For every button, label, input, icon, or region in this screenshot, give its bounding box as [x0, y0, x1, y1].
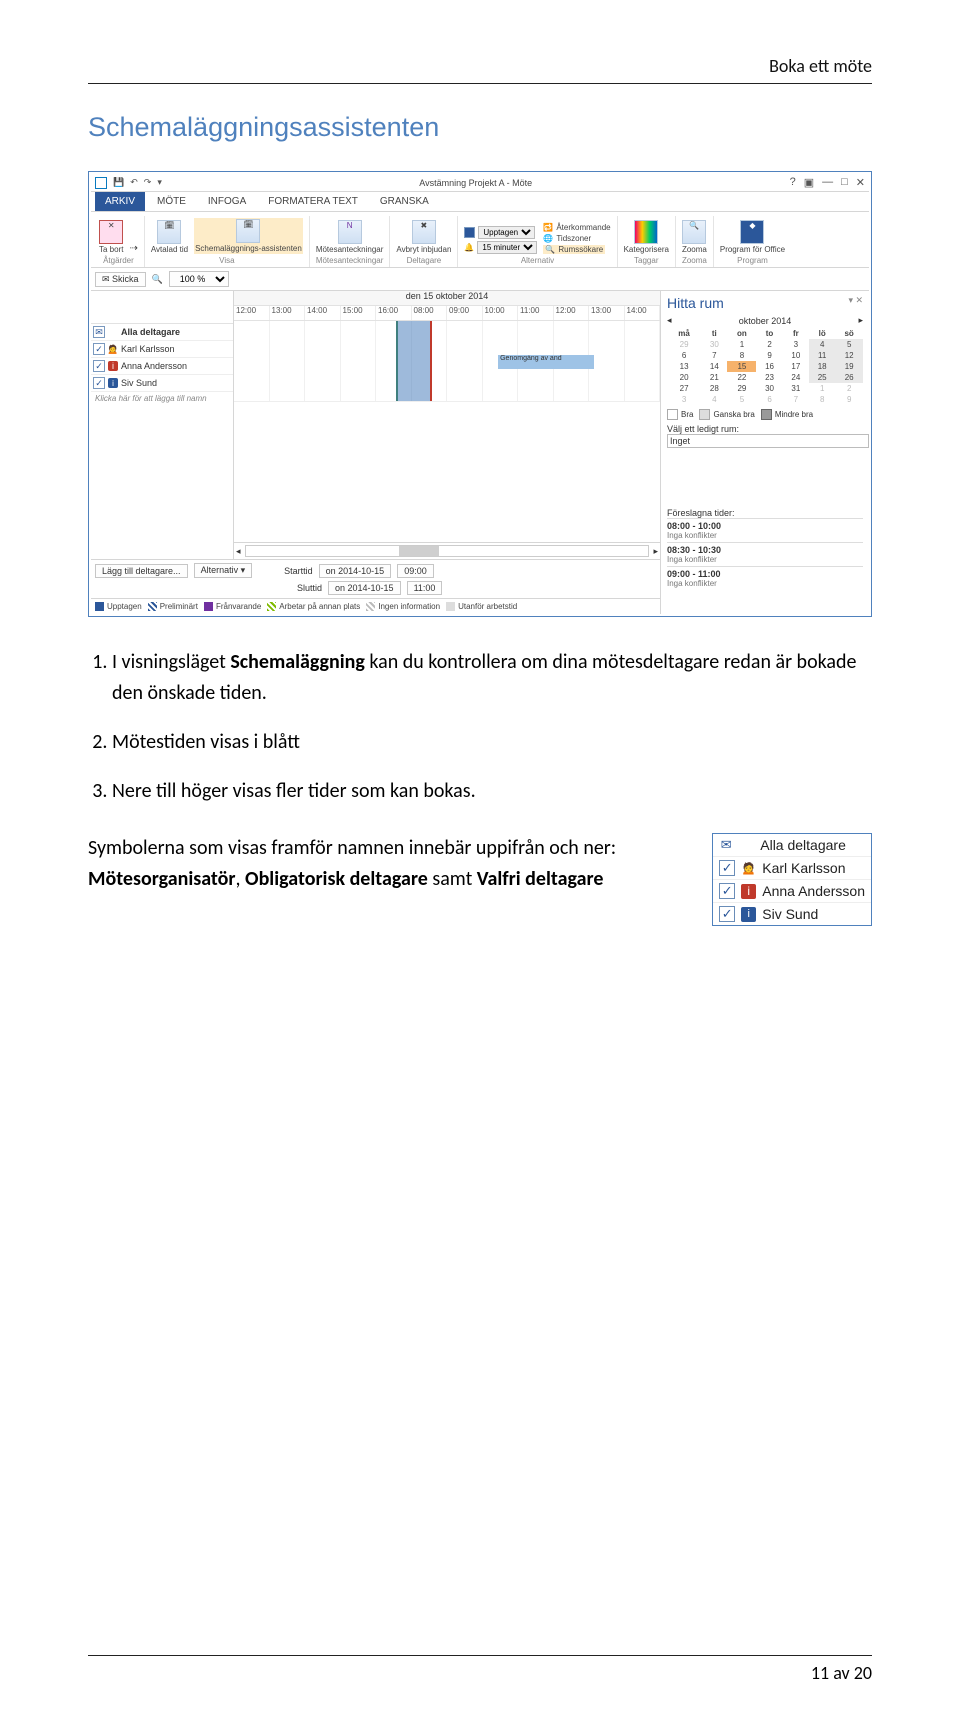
scheduling-assistant-button[interactable]: 🗓Schemaläggnings-assistenten [194, 218, 303, 254]
header-rule [88, 83, 872, 84]
ribbon-tabs: ARKIV MÖTE INFOGA FORMATERA TEXT GRANSKA [91, 192, 869, 212]
symbols-paragraph: Symbolerna som visas framför namnen inne… [88, 833, 698, 895]
delete-button[interactable]: ✕Ta bort [99, 220, 123, 254]
room-pick-label: Välj ett ledigt rum: [667, 424, 863, 434]
minimize-icon[interactable]: — [822, 176, 833, 189]
page-number: 11 av 20 [88, 1662, 872, 1684]
maximize-icon[interactable]: □ [841, 176, 848, 189]
attendee-row: ✓iSiv Sund [713, 903, 871, 925]
meeting-band[interactable] [396, 321, 430, 401]
send-button[interactable]: ✉ Skicka [95, 272, 146, 287]
schedule-grid[interactable]: Genomgång av and [234, 321, 660, 401]
timezones-button[interactable]: 🌐Tidszoner [543, 234, 591, 243]
date-header: den 15 oktober 2014 [234, 291, 660, 306]
start-date[interactable]: on 2014-10-15 [319, 564, 392, 578]
end-date[interactable]: on 2014-10-15 [328, 581, 401, 595]
reminder-select[interactable]: 15 minuter [477, 241, 537, 254]
suggested-time[interactable]: 09:00 - 11:00Inga konflikter [667, 566, 863, 590]
suggested-time[interactable]: 08:30 - 10:30Inga konflikter [667, 542, 863, 566]
suggested-time[interactable]: 08:00 - 10:00Inga konflikter [667, 518, 863, 542]
show-as-select[interactable]: Upptagen [478, 226, 535, 239]
zoom-select[interactable]: 100 % [169, 271, 229, 287]
meeting-end-edge[interactable] [430, 321, 432, 401]
add-attendees-button[interactable]: Lägg till deltagare... [95, 564, 188, 578]
suggested-times-title: Föreslagna tider: [667, 508, 863, 518]
attendee-row[interactable]: ✓iSiv Sund [91, 375, 233, 392]
redo-icon[interactable]: ↷ [144, 177, 152, 188]
cancel-invite-button[interactable]: ✖Avbryt inbjudan [396, 220, 451, 254]
app-icon [95, 177, 107, 189]
send-zoom-bar: ✉ Skicka 🔍 100 % [91, 268, 869, 291]
reminder-icon: 🔔 [464, 243, 474, 252]
categorize-button[interactable]: Kategorisera [624, 220, 669, 254]
instruction-3: Nere till höger visas fler tider som kan… [112, 776, 872, 807]
zoom-icon: 🔍 [152, 274, 163, 285]
scroll-left-icon[interactable]: ◂ [236, 546, 241, 557]
room-finder-button[interactable]: 🔍Rumssökare [543, 245, 605, 254]
options-column: Upptagen 🔔15 minuter [464, 226, 537, 254]
quick-save-icon[interactable]: 💾 [113, 177, 124, 188]
page-footer: 11 av 20 [88, 1655, 872, 1684]
room-finder-title: Hitta rum [667, 295, 724, 311]
tab-formatera[interactable]: FORMATERA TEXT [258, 192, 368, 211]
zoom-button[interactable]: 🔍Zooma [682, 220, 707, 254]
horizontal-scrollbar[interactable] [245, 545, 650, 557]
attendee-row: ✉Alla deltagare [713, 834, 871, 857]
calendar-dropdown-icon[interactable]: ⇢ [129, 243, 137, 254]
room-finder-pane: Hitta rum ▾ ✕ ◂ oktober 2014 ▸ måtiontof… [661, 291, 869, 614]
instruction-2: Mötestiden visas i blått [112, 727, 872, 758]
end-label: Sluttid [297, 583, 322, 593]
attendee-row: ✓iAnna Andersson [713, 880, 871, 903]
tab-arkiv[interactable]: ARKIV [95, 192, 145, 211]
screenshot: 💾 ↶ ↷ ▾ Avstämning Projekt A - Möte ? ▣ … [88, 171, 872, 617]
add-name-hint[interactable]: Klicka här för att lägga till namn [91, 392, 233, 405]
ribbon-collapse-icon[interactable]: ▣ [804, 176, 814, 189]
room-select[interactable]: Inget [667, 434, 869, 448]
start-time[interactable]: 09:00 [397, 564, 434, 578]
group-label: Visa [151, 256, 303, 265]
attendee-row[interactable]: ✓🙍Karl Karlsson [91, 341, 233, 358]
end-time[interactable]: 11:00 [407, 581, 443, 595]
start-label: Starttid [284, 566, 313, 576]
mini-calendar[interactable]: måtiontofrlösö29301234567891011121314151… [667, 328, 863, 405]
group-label: Alternativ [464, 256, 610, 265]
help-icon[interactable]: ? [790, 176, 796, 189]
legend: Upptagen Preliminärt Frånvarande Arbetar… [91, 598, 660, 614]
instruction-list: I visningsläget Schemaläggning kan du ko… [112, 647, 872, 807]
attendee-row: ✓🙍Karl Karlsson [713, 857, 871, 880]
window-title: Avstämning Projekt A - Möte [168, 178, 784, 188]
doc-header: Boka ett möte [88, 55, 872, 77]
attendee-enlarged: ✉Alla deltagare✓🙍Karl Karlsson✓iAnna And… [712, 833, 872, 926]
attendee-row[interactable]: ✓iAnna Andersson [91, 358, 233, 375]
attendee-row[interactable]: ✉Alla deltagare [91, 324, 233, 341]
tab-infoga[interactable]: INFOGA [198, 192, 256, 211]
cal-prev-icon[interactable]: ◂ [667, 315, 672, 326]
tab-mote[interactable]: MÖTE [147, 192, 196, 211]
instruction-1: I visningsläget Schemaläggning kan du ko… [112, 647, 872, 709]
appointment-view-button[interactable]: 🗓Avtalad tid [151, 220, 188, 254]
undo-icon[interactable]: ↶ [130, 177, 138, 188]
cal-next-icon[interactable]: ▸ [858, 315, 863, 326]
section-title: Schemaläggningsassistenten [88, 112, 872, 143]
pane-close-icon[interactable]: ▾ ✕ [848, 295, 863, 315]
group-label: Åtgärder [99, 256, 138, 265]
window-titlebar: 💾 ↶ ↷ ▾ Avstämning Projekt A - Möte ? ▣ … [91, 174, 869, 192]
group-label: Mötesanteckningar [316, 256, 384, 265]
meeting-notes-button[interactable]: NMötesanteckningar [316, 220, 384, 254]
group-label: Deltagare [396, 256, 451, 265]
office-apps-button[interactable]: ◆Program för Office [720, 220, 785, 254]
qat-dropdown-icon[interactable]: ▾ [157, 177, 162, 188]
cal-month: oktober 2014 [739, 316, 792, 326]
group-label: Taggar [624, 256, 669, 265]
ribbon: ✕Ta bort ⇢ Åtgärder 🗓Avtalad tid 🗓Schema… [91, 212, 869, 268]
close-icon[interactable]: ✕ [856, 176, 865, 189]
group-label: Zooma [682, 256, 707, 265]
options-button[interactable]: Alternativ ▾ [194, 563, 253, 578]
tab-granska[interactable]: GRANSKA [370, 192, 439, 211]
recurrence-button[interactable]: 🔁Återkommande [543, 223, 610, 232]
group-label: Program [720, 256, 785, 265]
scroll-right-icon[interactable]: ▸ [653, 546, 658, 557]
busy-block: Genomgång av and [498, 355, 594, 369]
